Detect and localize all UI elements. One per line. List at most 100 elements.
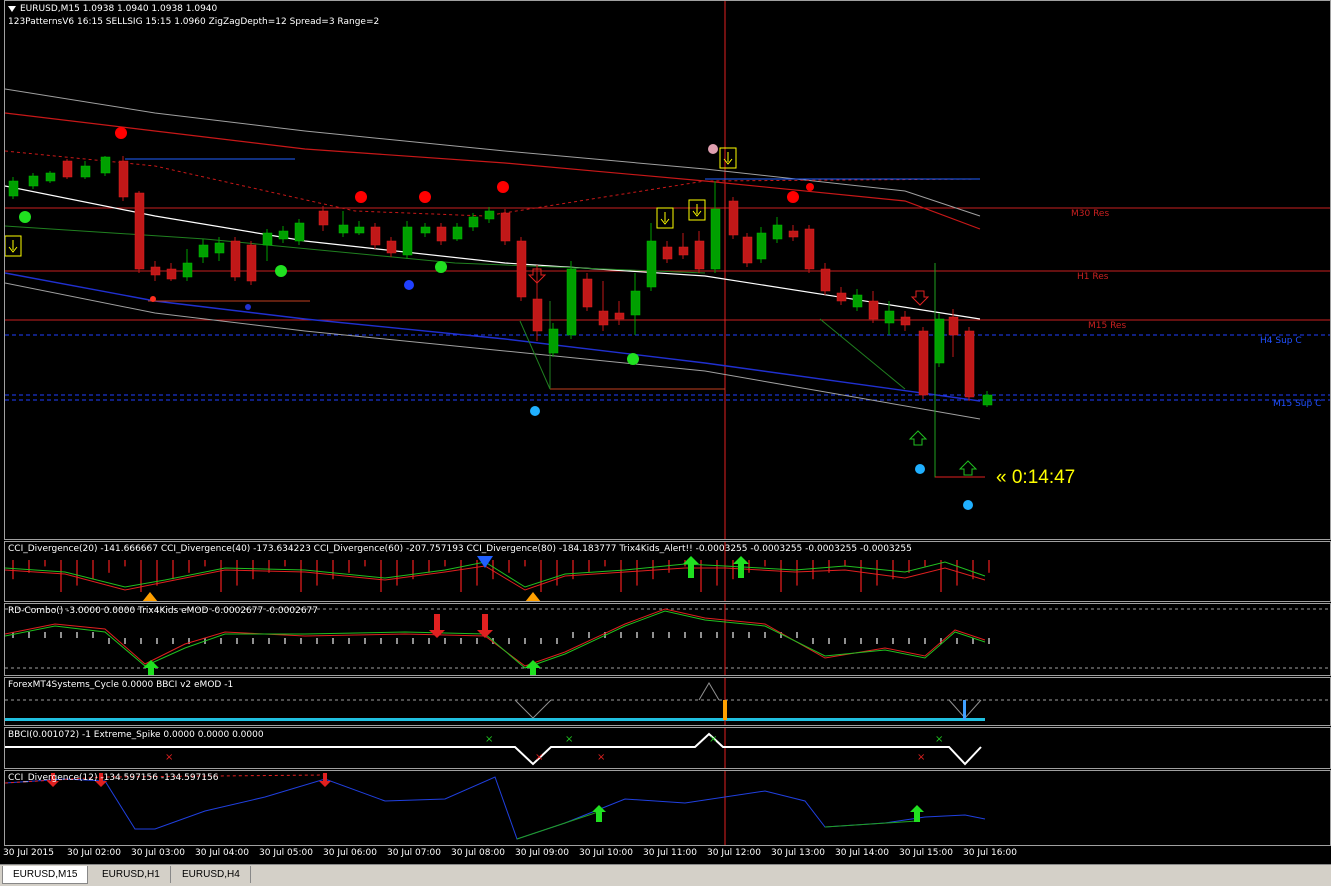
bearish-candle <box>868 300 879 320</box>
bbci-panel[interactable]: × × × × × × × × BBCI(0.001072) -1 Extreme_Spike… <box>4 727 1331 769</box>
bearish-candle <box>134 192 145 270</box>
spike-marker-icon: × <box>917 752 925 763</box>
bearish-candle <box>742 236 753 264</box>
bullish-candle <box>402 226 413 256</box>
forex-cycle-panel[interactable]: ForexMT4Systems_Cycle 0.0000 BBCI v2 eMO… <box>4 677 1331 726</box>
cci12-panel[interactable]: CCI_Divergence(12) -134.597156 -134.5971… <box>4 770 1331 846</box>
envelope-upper <box>5 88 981 217</box>
bearish-candle <box>678 246 689 256</box>
time-axis-label: 30 Jul 06:00 <box>323 848 377 858</box>
time-axis-label: 30 Jul 09:00 <box>515 848 569 858</box>
time-axis-label: 30 Jul 03:00 <box>131 848 185 858</box>
bearish-candle <box>694 240 705 270</box>
signal-dot <box>275 265 287 277</box>
cci-divergence-panel[interactable]: CCI_Divergence(20) -141.666667 CCI_Diver… <box>4 541 1331 602</box>
bearish-candle <box>918 330 929 396</box>
price-chart[interactable]: EURUSD,M15 1.0938 1.0940 1.0938 1.0940 1… <box>4 0 1331 540</box>
envelope-lower <box>5 282 981 420</box>
spike-marker-icon: × <box>565 734 573 745</box>
bullish-candle <box>100 156 111 174</box>
bullish-candle <box>45 172 56 182</box>
spike-marker-icon: × <box>935 734 943 745</box>
cci12-line <box>5 776 986 840</box>
signal-dot <box>404 280 414 290</box>
bullish-candle <box>354 226 365 234</box>
cycle-bar <box>723 700 727 720</box>
buy-arrow-icon <box>683 556 699 578</box>
sell-arrow-icon <box>477 556 493 568</box>
spike-marker-icon: × <box>485 734 493 745</box>
collapse-triangle-icon[interactable] <box>8 5 16 12</box>
bullish-candle <box>8 180 19 197</box>
cci-line-red <box>5 565 986 591</box>
bullish-candle <box>566 268 577 336</box>
sell-arrow-icon <box>910 290 930 306</box>
signal-dot <box>355 191 367 203</box>
bearish-candle <box>386 240 397 254</box>
bearish-candle <box>964 330 975 398</box>
bearish-candle <box>582 278 593 308</box>
signal-dot <box>708 144 718 154</box>
bearish-candle <box>614 312 625 320</box>
bullish-candle <box>630 290 641 316</box>
signal-dot <box>915 464 925 474</box>
bullish-candle <box>982 394 993 406</box>
down-arrow-icon <box>8 240 18 253</box>
bearish-candle <box>516 240 527 298</box>
spike-marker-icon: × <box>709 734 717 745</box>
bullish-candle <box>710 208 721 270</box>
price-chart-canvas <box>5 1 1330 539</box>
bearish-candle <box>318 210 329 226</box>
cycle-line <box>698 682 720 701</box>
symbol-line: EURUSD,M15 1.0938 1.0940 1.0938 1.0940 <box>20 4 218 14</box>
bar-timer: « 0:14:47 <box>996 467 1076 488</box>
buy-arrow-icon <box>910 805 924 822</box>
rd-combo-label: RD-Combo() -3.0000 0.0000 Trix4Kids eMOD… <box>8 606 319 616</box>
buy-arrow-icon <box>143 660 159 675</box>
time-axis-label: 30 Jul 11:00 <box>643 848 697 858</box>
signal-dot <box>115 127 127 139</box>
tab-eurusd-m15[interactable]: EURUSD,M15 <box>2 866 89 884</box>
bullish-candle <box>756 232 767 260</box>
time-axis-label: 30 Jul 04:00 <box>195 848 249 858</box>
bearish-candle <box>532 298 543 332</box>
bullish-candle <box>182 262 193 278</box>
spike-marker-icon: × <box>165 752 173 763</box>
time-axis-label: 30 Jul 05:00 <box>259 848 313 858</box>
spike-marker-icon: × <box>535 752 543 763</box>
rd-combo-panel[interactable]: RD-Combo() -3.0000 0.0000 Trix4Kids eMOD… <box>4 603 1331 676</box>
time-axis-label: 30 Jul 02:00 <box>67 848 121 858</box>
signal-dot <box>787 191 799 203</box>
bullish-candle <box>214 242 225 254</box>
bullish-candle <box>262 232 273 246</box>
level-m15-res: M15 Res <box>1088 321 1127 331</box>
bearish-candle <box>598 310 609 326</box>
time-axis-label: 30 Jul 12:00 <box>707 848 761 858</box>
rd-line-red <box>5 608 986 667</box>
bullish-candle <box>80 165 91 178</box>
signal-dot <box>627 353 639 365</box>
spike-marker-icon: × <box>597 752 605 763</box>
cci12-divergence-green-2 <box>824 820 918 828</box>
bullish-candle <box>338 224 349 234</box>
bearish-candle <box>436 226 447 242</box>
bearish-candle <box>166 268 177 280</box>
time-axis-label: 30 Jul 08:00 <box>451 848 505 858</box>
bearish-candle <box>900 316 911 326</box>
tab-eurusd-h4[interactable]: EURUSD,H4 <box>172 866 251 883</box>
bearish-candle <box>836 292 847 302</box>
bearish-candle <box>230 240 241 278</box>
signal-dot <box>419 191 431 203</box>
bullish-candle <box>278 230 289 240</box>
bullish-candle <box>468 216 479 228</box>
cycle-baseline <box>5 718 985 721</box>
tab-eurusd-h1[interactable]: EURUSD,H1 <box>92 866 171 883</box>
indicator-line: 123PatternsV6 16:15 SELLSIG 15:15 1.0960… <box>8 17 380 27</box>
cci12-divergence-green <box>516 810 602 840</box>
time-axis-label: 30 Jul 10:00 <box>579 848 633 858</box>
sell-arrow-icon <box>477 614 493 638</box>
bearish-candle <box>948 316 959 336</box>
bearish-candle <box>788 230 799 238</box>
bullish-candle <box>420 226 431 234</box>
time-axis-label: 30 Jul 2015 <box>3 848 54 858</box>
